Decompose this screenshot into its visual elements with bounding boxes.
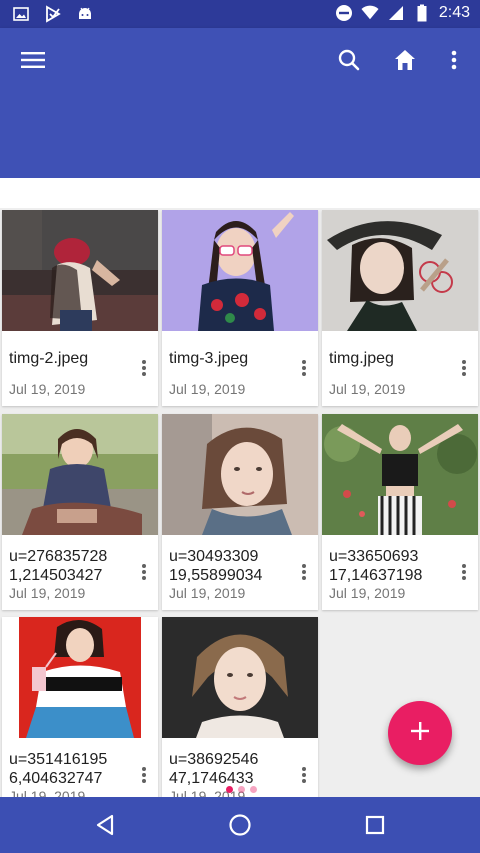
file-title: timg-2.jpeg [9,350,89,367]
more-vert-icon[interactable] [434,40,474,80]
file-title: u=38692546 47,1746433 [169,751,259,787]
file-card[interactable]: u=38692546 47,1746433 Jul 19, 2019 [162,617,318,797]
menu-icon[interactable] [13,40,53,80]
thumbnail-image [2,210,158,331]
add-button[interactable] [388,701,452,765]
file-title: timg-3.jpeg [169,350,249,367]
signal-icon [387,4,405,22]
add-icon [410,721,430,746]
file-date: Jul 19, 2019 [169,585,246,601]
file-date: Jul 19, 2019 [169,381,246,397]
file-title: u=276835728 1,214503427 [9,548,108,584]
file-card[interactable]: u=351416195 6,404632747 Jul 19, 2019 [2,617,158,797]
file-title: u=351416195 6,404632747 [9,751,108,787]
back-icon[interactable] [85,805,125,845]
home-icon[interactable] [385,40,425,80]
file-card[interactable]: u=33650693 17,14637198 Jul 19, 2019 [322,414,478,610]
file-card[interactable]: u=30493309 19,55899034 Jul 19, 2019 [162,414,318,610]
thumbnail-image [162,210,318,331]
file-card[interactable]: timg.jpeg Jul 19, 2019 [322,210,478,406]
file-card[interactable]: timg-3.jpeg Jul 19, 2019 [162,210,318,406]
search-icon[interactable] [329,40,369,80]
file-title: u=33650693 17,14637198 [329,548,423,584]
thumbnail-image [2,617,158,738]
more-vert-icon[interactable] [132,356,156,380]
wifi-icon [361,4,379,22]
file-date: Jul 19, 2019 [9,788,86,797]
file-card[interactable]: timg-2.jpeg Jul 19, 2019 [2,210,158,406]
thumbnail-image [322,414,478,535]
file-card[interactable]: u=276835728 1,214503427 Jul 19, 2019 [2,414,158,610]
more-vert-icon[interactable] [292,560,316,584]
subheader-strip [0,178,480,208]
battery-icon [413,4,431,22]
thumbnail-image [2,414,158,535]
do-not-disturb-icon [335,4,353,22]
page-indicator-dot [238,786,245,793]
page-indicator-dot [226,786,233,793]
more-vert-icon[interactable] [132,560,156,584]
more-vert-icon[interactable] [132,763,156,787]
file-date: Jul 19, 2019 [329,381,406,397]
clock: 2:43 [438,4,470,21]
recents-icon[interactable] [355,805,395,845]
more-vert-icon[interactable] [452,560,476,584]
more-vert-icon[interactable] [452,356,476,380]
navigation-bar [0,797,480,853]
thumbnail-image [162,414,318,535]
app-bar [0,28,480,178]
file-date: Jul 19, 2019 [9,585,86,601]
file-title: timg.jpeg [329,350,394,367]
file-date: Jul 19, 2019 [329,585,406,601]
more-vert-icon[interactable] [292,763,316,787]
file-date: Jul 19, 2019 [9,381,86,397]
thumbnail-image [162,617,318,738]
file-title: u=30493309 19,55899034 [169,548,263,584]
more-vert-icon[interactable] [292,356,316,380]
image-icon [12,5,30,23]
home-circle-icon[interactable] [220,805,260,845]
play-store-icon [44,5,62,23]
status-bar: 2:43 [0,0,480,28]
android-icon [76,5,94,23]
page-indicator [226,786,257,793]
thumbnail-image [322,210,478,331]
page-indicator-dot [250,786,257,793]
